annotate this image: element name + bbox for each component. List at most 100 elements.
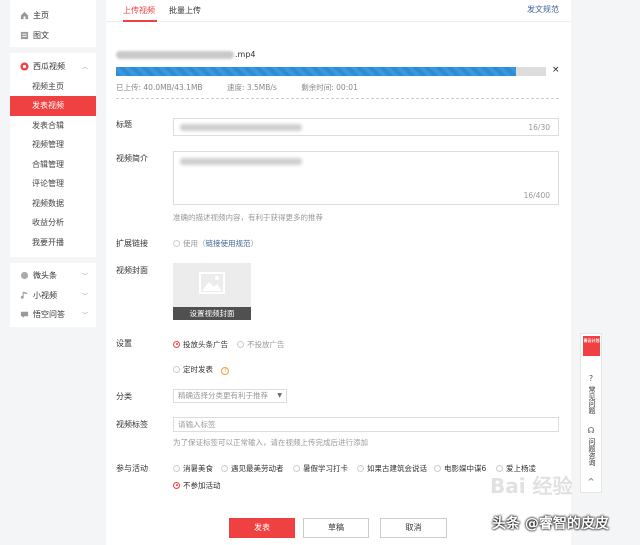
sidebar: 主页 图文 西瓜视频 ︿ 视频主页 发表视频 发表合辑 视频管理 合辑管理 评论… xyxy=(10,0,96,333)
set-cover-button[interactable]: 设置视频封面 xyxy=(173,307,251,320)
qingyun-badge[interactable]: 青云计划 xyxy=(583,336,600,356)
sidebar-subitem-video-manage[interactable]: 视频管理 xyxy=(10,135,96,155)
author-watermark: 头条 @睿智的皮皮 xyxy=(492,516,609,532)
ad-off-option[interactable]: 不投放广告 xyxy=(237,339,285,350)
image-placeholder-icon xyxy=(199,272,225,294)
extended-link-checkbox[interactable] xyxy=(173,239,180,247)
extended-link-label: 扩展链接 xyxy=(116,239,148,248)
publishing-rules-link[interactable]: 发文规范 xyxy=(527,4,559,15)
sidebar-item-home-label: 主页 xyxy=(33,11,49,21)
title-label: 标题 xyxy=(116,120,132,129)
sidebar-subitem-live[interactable]: 我要开播 xyxy=(10,233,96,253)
radio-selected[interactable] xyxy=(173,481,180,489)
draft-button[interactable]: 草稿 xyxy=(303,518,369,538)
main-panel: 上传视频 批量上传 发文规范 .mp4 × 已上传: 40.0MB/43.1MB… xyxy=(106,0,571,545)
chevron-down-icon: ﹀ xyxy=(81,273,88,281)
sidebar-item-video-section[interactable]: 西瓜视频 ︿ xyxy=(10,57,96,77)
category-placeholder: 精确选择分类更有利于推荐 xyxy=(178,391,268,400)
redacted-title xyxy=(180,124,302,131)
no-activity-option[interactable]: 不参加活动 xyxy=(173,480,221,491)
headset-icon: ☊ xyxy=(587,426,595,435)
cancel-button[interactable]: 取消 xyxy=(380,518,447,538)
faq-link[interactable]: 常见问题 xyxy=(587,386,597,414)
description-textarea[interactable]: 16/400 xyxy=(173,151,559,205)
schedule-option[interactable]: 定时发表 ? xyxy=(173,364,230,375)
publish-button[interactable]: 发表 xyxy=(229,518,295,538)
category-select[interactable]: 精确选择分类更有利于推荐 ▼ xyxy=(173,389,287,403)
redacted-description xyxy=(180,158,302,165)
activity-label: 参与活动 xyxy=(116,464,148,473)
radio-unselected[interactable] xyxy=(434,464,441,472)
sidebar-card-top: 主页 图文 xyxy=(10,0,96,47)
upload-file-name: .mp4 xyxy=(116,50,256,59)
sidebar-subitem-publish-video[interactable]: 发表视频 xyxy=(10,96,96,116)
scroll-top-icon[interactable]: ^ xyxy=(586,477,596,487)
sidebar-item-video-section-label: 西瓜视频 xyxy=(33,62,65,72)
ad-on-option[interactable]: 投放头条广告 xyxy=(173,339,228,350)
sidebar-subitem-video-data[interactable]: 视频数据 xyxy=(10,194,96,214)
no-activity-label: 不参加活动 xyxy=(183,481,221,490)
home-icon xyxy=(20,11,29,20)
sidebar-subitem-collection-manage[interactable]: 合辑管理 xyxy=(10,155,96,175)
cover-label: 视频封面 xyxy=(116,266,148,275)
radio-unselected[interactable] xyxy=(173,464,180,472)
radio-unselected[interactable] xyxy=(221,464,228,472)
activity-option-1[interactable]: 消暑美食 xyxy=(173,463,213,474)
activity-option-4[interactable]: 如果古建筑会说话 xyxy=(357,463,427,474)
sidebar-item-articles[interactable]: 图文 xyxy=(10,26,96,46)
upload-progress-fill xyxy=(116,67,516,76)
tab-underline xyxy=(123,20,157,22)
sidebar-card-bottom: 微头条 ﹀ 小视频 ﹀ 悟空问答 ﹀ xyxy=(10,263,96,327)
use-label: 使用 xyxy=(183,239,198,248)
sidebar-item-articles-label: 图文 xyxy=(33,30,49,40)
tab-bar: 上传视频 批量上传 发文规范 xyxy=(106,0,571,22)
activity-4-label: 如果古建筑会说话 xyxy=(367,464,427,473)
tags-hint: 为了保证标签可以正常输入，请在视频上传完成后进行添加 xyxy=(173,438,368,447)
sidebar-item-qa[interactable]: 悟空问答 ﹀ xyxy=(10,305,96,325)
title-input[interactable]: 16/30 xyxy=(173,118,559,136)
tab-upload-video[interactable]: 上传视频 xyxy=(123,5,155,16)
radio-selected[interactable] xyxy=(173,340,180,348)
sidebar-card-video: 西瓜视频 ︿ 视频主页 发表视频 发表合辑 视频管理 合辑管理 评论管理 视频数… xyxy=(10,53,96,257)
description-hint: 准确的描述视频内容，有利于获得更多的推荐 xyxy=(173,213,323,222)
category-label: 分类 xyxy=(116,392,132,401)
music-note-icon xyxy=(20,291,29,300)
cancel-upload-icon[interactable]: × xyxy=(552,65,560,75)
sidebar-item-micro[interactable]: 微头条 ﹀ xyxy=(10,266,96,286)
ad-on-label: 投放头条广告 xyxy=(183,340,228,349)
baidu-watermark: Bai 经验 xyxy=(490,474,573,498)
feedback-link[interactable]: 问题咨询 xyxy=(587,438,597,466)
radio-unselected[interactable] xyxy=(293,464,300,472)
link-rules-link[interactable]: 链接使用规范 xyxy=(206,239,251,248)
activity-option-5[interactable]: 电影媒中谍6 xyxy=(434,463,486,474)
activity-5-label: 电影媒中谍6 xyxy=(444,464,487,473)
help-icon[interactable]: ? xyxy=(221,367,230,375)
tab-batch-upload[interactable]: 批量上传 xyxy=(169,5,201,16)
sidebar-subitem-publish-collection[interactable]: 发表合辑 xyxy=(10,116,96,136)
tags-placeholder: 请输入标签 xyxy=(178,420,216,429)
schedule-checkbox[interactable] xyxy=(173,365,180,373)
floating-help-panel: 青云计划 ? 常见问题 ☊ 问题咨询 ^ xyxy=(580,333,602,493)
sidebar-subitem-revenue[interactable]: 收益分析 xyxy=(10,213,96,233)
activity-option-2[interactable]: 遇见最美劳动者 xyxy=(221,463,284,474)
title-counter: 16/30 xyxy=(528,123,550,132)
tags-input[interactable]: 请输入标签 xyxy=(173,417,559,432)
micro-headline-icon xyxy=(20,271,29,280)
radio-unselected[interactable] xyxy=(357,464,364,472)
xigua-video-icon xyxy=(20,62,29,71)
sidebar-item-short-video[interactable]: 小视频 ﹀ xyxy=(10,286,96,306)
activity-3-label: 暑假学习打卡 xyxy=(303,464,348,473)
cover-placeholder[interactable]: 设置视频封面 xyxy=(173,263,251,320)
sidebar-item-home[interactable]: 主页 xyxy=(10,6,96,26)
settings-label: 设置 xyxy=(116,339,132,348)
radio-unselected[interactable] xyxy=(237,340,244,348)
activity-1-label: 消暑美食 xyxy=(183,464,213,473)
extended-link-option[interactable]: 使用（链接使用规范） xyxy=(173,238,258,249)
activity-option-3[interactable]: 暑假学习打卡 xyxy=(293,463,348,474)
upload-speed: 速度: 3.5MB/s xyxy=(226,83,277,92)
paren-close: ） xyxy=(250,239,259,248)
sidebar-subitem-video-home[interactable]: 视频主页 xyxy=(10,77,96,97)
sidebar-subitem-comment-manage[interactable]: 评论管理 xyxy=(10,174,96,194)
redacted-filename xyxy=(116,50,234,59)
paren-open: （ xyxy=(198,239,206,248)
